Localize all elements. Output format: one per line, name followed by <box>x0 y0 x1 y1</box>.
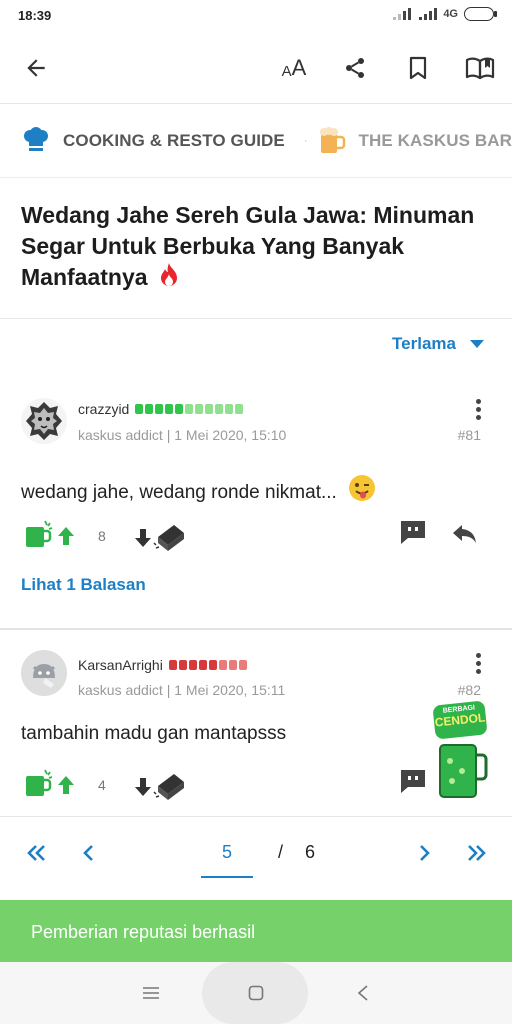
back-button[interactable] <box>18 50 54 86</box>
upvote-arrow-icon[interactable] <box>57 775 75 795</box>
app-toolbar: A A <box>0 32 512 104</box>
bata-brick-icon[interactable] <box>152 770 186 800</box>
text-size-small: A <box>281 62 292 80</box>
upvote-arrow-icon[interactable] <box>57 526 75 546</box>
cendol-count: 4 <box>98 777 106 793</box>
pagination: 5 / 6 <box>0 830 512 878</box>
next-page-icon[interactable] <box>418 844 430 862</box>
text-size-large: A <box>291 55 307 80</box>
bookmark-icon <box>409 56 427 80</box>
caret-down-icon <box>470 340 484 348</box>
post-date: 1 Mei 2020, 15:11 <box>174 682 286 698</box>
page-separator: / <box>278 842 284 862</box>
arrow-left-icon <box>27 59 45 77</box>
more-options-button[interactable] <box>476 653 482 677</box>
post-actions: 4 <box>0 765 512 805</box>
divider <box>0 628 512 630</box>
post-body: tambahin madu gan mantapsss <box>21 723 286 745</box>
battery-icon <box>464 7 497 21</box>
sort-label: Terlama <box>392 334 456 353</box>
bata-brick-icon[interactable] <box>152 521 186 551</box>
home-square-icon[interactable] <box>248 985 264 1001</box>
signal-icon <box>393 8 412 20</box>
divider <box>0 318 512 319</box>
system-nav-bar <box>0 962 512 1024</box>
breadcrumb-label: THE KASKUS BAR <box>358 130 512 150</box>
reputation-bar <box>168 660 247 670</box>
view-replies-link[interactable]: Lihat 1 Balasan <box>21 575 146 595</box>
previous-page-icon[interactable] <box>83 844 95 862</box>
bookmark-button[interactable] <box>400 50 436 86</box>
beer-mug-icon <box>319 126 345 153</box>
post-date: 1 Mei 2020, 15:10 <box>174 427 287 443</box>
cendol-count: 8 <box>98 528 106 544</box>
current-page-input[interactable]: 5 <box>201 842 253 863</box>
user-rank: kaskus addict <box>78 682 163 698</box>
post-actions: 8 <box>0 516 512 556</box>
post-body: wedang jahe, wedang ronde nikmat... <box>21 474 376 504</box>
reputation-bar <box>135 404 244 414</box>
cendol-mug-icon[interactable] <box>23 768 55 800</box>
breadcrumb: COOKING & RESTO GUIDE THE KASKUS BAR <box>0 104 512 178</box>
chevron-right-icon <box>305 139 307 142</box>
menu-icon[interactable] <box>142 986 160 1000</box>
reader-mode-button[interactable] <box>462 50 498 86</box>
post-username-row: crazzyid <box>78 401 244 417</box>
tiger-avatar-icon <box>26 402 62 440</box>
username[interactable]: KarsanArrighi <box>78 657 163 673</box>
breadcrumb-item-cooking[interactable]: COOKING & RESTO GUIDE <box>21 126 285 156</box>
downvote-arrow-icon[interactable] <box>134 777 152 797</box>
sort-dropdown[interactable]: Terlama <box>392 334 484 354</box>
post-number: #82 <box>457 682 481 698</box>
signal-icon-2 <box>419 8 438 20</box>
divider <box>0 816 512 817</box>
status-bar: 18:39 4G <box>0 0 512 32</box>
cendol-mug-icon[interactable] <box>23 519 55 551</box>
breadcrumb-item-kaskus-bar[interactable]: THE KASKUS BAR <box>317 126 512 156</box>
share-button[interactable] <box>337 50 373 86</box>
post-meta: kaskus addict | 1 Mei 2020, 15:10 <box>78 427 287 443</box>
avatar[interactable] <box>21 398 67 444</box>
toast-message: Pemberian reputasi berhasil <box>31 922 256 942</box>
reply-icon[interactable] <box>452 523 478 545</box>
post-text: tambahin madu gan mantapsss <box>21 723 287 744</box>
share-icon <box>346 58 364 78</box>
current-page-underline <box>201 876 253 878</box>
user-rank: kaskus addict <box>78 427 163 443</box>
username[interactable]: crazzyid <box>78 401 129 417</box>
network-type: 4G <box>443 8 458 20</box>
total-pages: 6 <box>305 842 316 862</box>
quote-comment-icon[interactable] <box>399 519 427 545</box>
sticker-badge: BERBAGI CENDOL <box>432 700 488 740</box>
avatar[interactable] <box>21 650 67 696</box>
post-number: #81 <box>457 427 481 443</box>
breadcrumb-label: COOKING & RESTO GUIDE <box>63 130 285 150</box>
quote-comment-icon[interactable] <box>399 768 427 794</box>
back-triangle-icon[interactable] <box>357 985 369 1001</box>
open-book-icon <box>465 57 495 80</box>
chef-hat-icon <box>24 126 48 151</box>
status-icons: 4G <box>393 7 497 21</box>
post-text: wedang jahe, wedang ronde nikmat... <box>21 482 337 503</box>
post-username-row: KarsanArrighi <box>78 657 247 673</box>
fire-icon <box>160 263 177 286</box>
thread-title: Wedang Jahe Sereh Gula Jawa: Minuman Seg… <box>21 200 481 293</box>
last-page-icon[interactable] <box>466 844 486 862</box>
wink-tongue-emoji-icon <box>349 475 376 501</box>
text-size-button[interactable]: A A <box>274 50 314 86</box>
downvote-arrow-icon[interactable] <box>134 528 152 548</box>
status-time: 18:39 <box>18 8 52 23</box>
post-meta: kaskus addict | 1 Mei 2020, 15:11 <box>78 682 286 698</box>
more-options-button[interactable] <box>476 399 482 423</box>
cat-avatar-icon <box>21 650 67 696</box>
toast-notification: Pemberian reputasi berhasil <box>0 900 512 962</box>
first-page-icon[interactable] <box>27 844 47 862</box>
thread-title-text: Wedang Jahe Sereh Gula Jawa: Minuman Seg… <box>21 202 475 290</box>
